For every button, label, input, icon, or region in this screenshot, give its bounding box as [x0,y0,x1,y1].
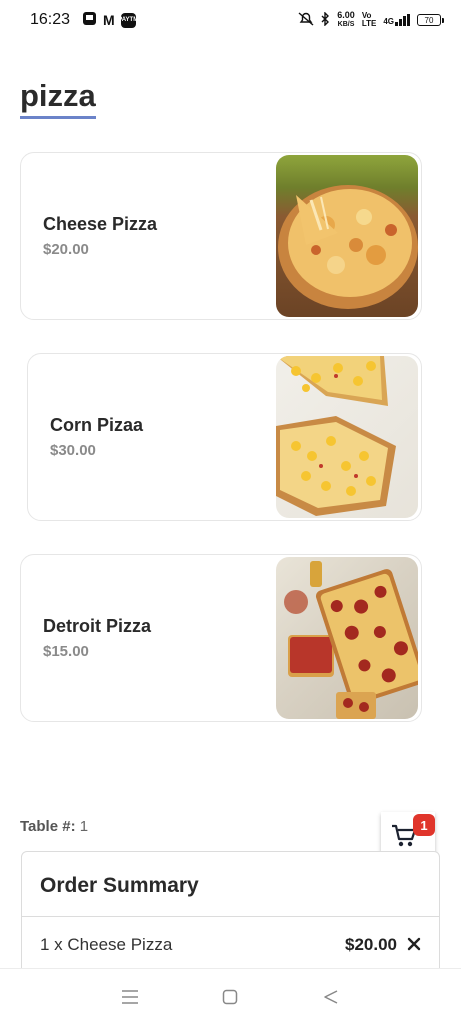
notification-app-icon [82,11,97,30]
gmail-icon: M [103,12,115,28]
volte-bottom: LTE [361,19,377,28]
cheese-pizza-image [276,155,418,317]
detroit-pizza-image [276,557,418,719]
network-speed: 6.00 KB/S [337,11,355,29]
menu-item-price: $15.00 [43,643,89,660]
network-type: 4G [383,17,394,26]
signal-indicator: 4G [383,14,410,26]
home-icon[interactable] [218,985,242,1009]
battery-level: 70 [424,15,434,25]
remove-item-icon[interactable] [407,937,421,954]
status-time: 16:23 [30,11,71,28]
battery-icon: 70 [417,14,444,26]
mute-icon [298,11,314,29]
corn-pizza-image [276,356,418,518]
order-summary-title: Order Summary [22,852,439,917]
order-item-price: $20.00 [345,935,397,954]
paytm-icon: PAYTM [118,12,138,28]
menu-item-text: Corn Pizaa $30.00 [28,415,276,459]
menu-item-text: Detroit Pizza $15.00 [21,616,276,660]
table-value: 1 [79,818,89,835]
menu-item-card[interactable]: Detroit Pizza $15.00 [20,554,422,722]
menu-item-card[interactable]: Cheese Pizza $20.00 [20,152,422,320]
page-title: pizza [20,78,96,119]
system-nav-bar [0,968,461,1024]
status-left: 16:23 M PAYTM [30,11,138,30]
bluetooth-icon [321,10,330,29]
table-number: Table #: 1 [20,818,88,835]
menu-icon[interactable] [118,985,142,1009]
menu-item-name: Cheese Pizza [43,214,158,234]
status-bar: 16:23 M PAYTM 6.00 KB/S Vo LTE 4G 70 [0,0,461,40]
menu-item-name: Corn Pizaa [50,415,144,435]
order-line-item: 1 x Cheese Pizza $20.00 [22,917,439,955]
menu-item-name: Detroit Pizza [43,616,152,636]
menu-item-text: Cheese Pizza $20.00 [21,214,276,258]
back-icon[interactable] [319,985,343,1009]
menu-item-card[interactable]: Corn Pizaa $30.00 [27,353,422,521]
volte-indicator: Vo LTE [362,12,377,28]
speed-value: 6.00 [337,10,355,20]
status-right: 6.00 KB/S Vo LTE 4G 70 [298,10,444,29]
menu-item-price: $30.00 [50,442,96,459]
table-label: Table #: [20,818,76,835]
cart-count-badge: 1 [413,814,435,836]
speed-unit: KB/S [337,21,355,28]
order-item-description: 1 x Cheese Pizza [40,935,173,954]
menu-item-price: $20.00 [43,241,89,258]
signal-icon [395,14,410,26]
